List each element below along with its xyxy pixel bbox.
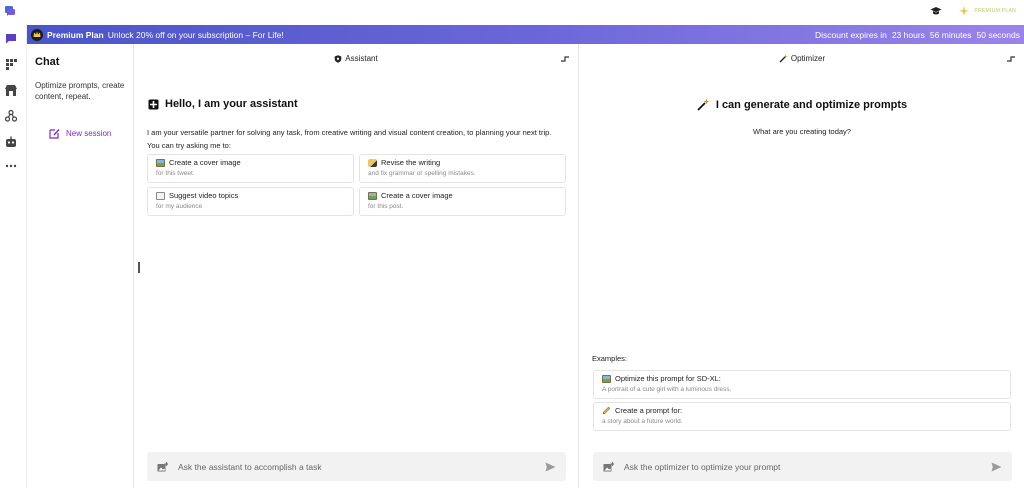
intro-line-2: You can try asking me to: [147, 141, 231, 150]
collapse-icon[interactable] [560, 55, 570, 63]
writing-hand-icon [368, 158, 377, 167]
suggestion-card[interactable]: Suggest video topics for my audience [147, 187, 354, 216]
network-icon[interactable] [5, 110, 17, 122]
card-title: Create a cover image [169, 158, 241, 167]
optimizer-input-bar [593, 452, 1012, 481]
grid-icon[interactable] [5, 58, 17, 70]
assistant-intro: I am your versatile partner for solving … [147, 126, 551, 152]
banner-message: Unlock 20% off on your subscription – Fo… [107, 29, 284, 40]
graduation-cap-icon[interactable] [930, 5, 942, 17]
picture-icon [368, 191, 377, 200]
examples-label: Examples: [592, 354, 628, 363]
suggestion-card[interactable]: Revise the writing and fix grammar or sp… [359, 154, 566, 183]
card-title: Suggest video topics [169, 191, 239, 200]
new-session-label: New session [66, 129, 112, 138]
optimizer-header-label: Optimizer [790, 54, 826, 63]
intro-line-1: I am your versatile partner for solving … [147, 128, 552, 137]
edit-icon [49, 129, 60, 139]
assistant-input[interactable] [178, 461, 544, 472]
send-icon[interactable] [544, 461, 556, 473]
top-bar: PREMIUM PLAN [0, 0, 1024, 24]
chat-sidebar: Chat Optimize prompts, create content, r… [27, 44, 134, 488]
chat-icon[interactable] [5, 32, 17, 44]
assistant-panel: Assistant Hello, I am your assistant I a… [134, 44, 579, 488]
promo-banner[interactable]: Premium Plan Unlock 20% off on your subs… [27, 25, 1024, 44]
premium-plan-badge[interactable]: PREMIUM PLAN [974, 8, 1016, 14]
discount-countdown: Discount expires in 23 hours 56 minutes … [815, 30, 1020, 40]
add-image-icon[interactable] [157, 461, 168, 472]
example-card[interactable]: Optimize this prompt for SD-XL: A portra… [593, 370, 1011, 399]
example-title: Create a prompt for: [615, 406, 683, 415]
notepad-icon [156, 191, 165, 200]
suggestion-card[interactable]: Create a cover image for this tweet. [147, 154, 354, 183]
assistant-greeting: Hello, I am your assistant [148, 98, 298, 110]
optimizer-input[interactable] [624, 461, 990, 472]
robot-icon[interactable] [5, 136, 17, 148]
chat-description: Optimize prompts, create content, repeat… [35, 81, 125, 101]
countdown-hours: 23 hours [891, 29, 925, 40]
countdown-minutes: 56 minutes [929, 29, 972, 40]
countdown-label: Discount expires in [815, 29, 887, 40]
suggestion-cards: Create a cover image for this tweet. Rev… [147, 154, 567, 216]
add-image-icon[interactable] [603, 461, 614, 472]
optimizer-title: I can generate and optimize prompts [580, 98, 1024, 111]
sparkle-icon[interactable] [958, 5, 970, 17]
magic-wand-icon [697, 98, 710, 111]
card-subtitle: for this post. [368, 203, 404, 210]
greeting-text: Hello, I am your assistant [165, 98, 298, 110]
countdown-seconds: 50 seconds [976, 29, 1020, 40]
card-subtitle: and fix grammar or spelling mistakes. [368, 170, 476, 177]
resize-handle[interactable] [138, 262, 140, 273]
assistant-badge-icon [148, 99, 159, 109]
card-title: Revise the writing [381, 158, 441, 167]
banner-plan-name: Premium Plan [47, 29, 104, 40]
crown-icon [31, 28, 43, 41]
picture-icon [156, 158, 165, 167]
pencil-icon [602, 406, 611, 415]
optimizer-subtitle: What are you creating today? [753, 127, 851, 136]
more-icon[interactable] [5, 160, 17, 172]
card-subtitle: for my audience [156, 203, 203, 210]
picture-icon [602, 374, 611, 383]
app-root: PREMIUM PLAN Premium Plan Unlock 20% off… [0, 0, 1024, 488]
optimizer-header: Optimizer [580, 54, 1024, 63]
shield-icon [334, 54, 342, 63]
example-subtitle: A portrait of a cute girl with a luminou… [602, 386, 732, 393]
left-nav-rail [0, 24, 27, 488]
chat-title: Chat [35, 56, 60, 68]
card-subtitle: for this tweet. [156, 170, 195, 177]
new-session-button[interactable]: New session [49, 128, 111, 139]
store-icon[interactable] [5, 84, 17, 96]
optimizer-title-text: I can generate and optimize prompts [715, 98, 908, 111]
assistant-header-label: Assistant [345, 54, 378, 63]
assistant-header: Assistant [134, 54, 578, 63]
example-subtitle: a story about a future world. [602, 418, 683, 425]
send-icon[interactable] [990, 461, 1002, 473]
suggestion-card[interactable]: Create a cover image for this post. [359, 187, 566, 216]
optimizer-panel: Optimizer I can generate and optimize pr… [580, 44, 1024, 488]
example-card[interactable]: Create a prompt for: a story about a fut… [593, 402, 1011, 431]
collapse-icon[interactable] [1006, 55, 1016, 63]
example-title: Optimize this prompt for SD-XL: [615, 374, 721, 383]
magic-wand-icon [779, 54, 788, 63]
app-logo-icon[interactable] [4, 5, 16, 17]
card-title: Create a cover image [381, 191, 453, 200]
assistant-input-bar [147, 452, 566, 481]
